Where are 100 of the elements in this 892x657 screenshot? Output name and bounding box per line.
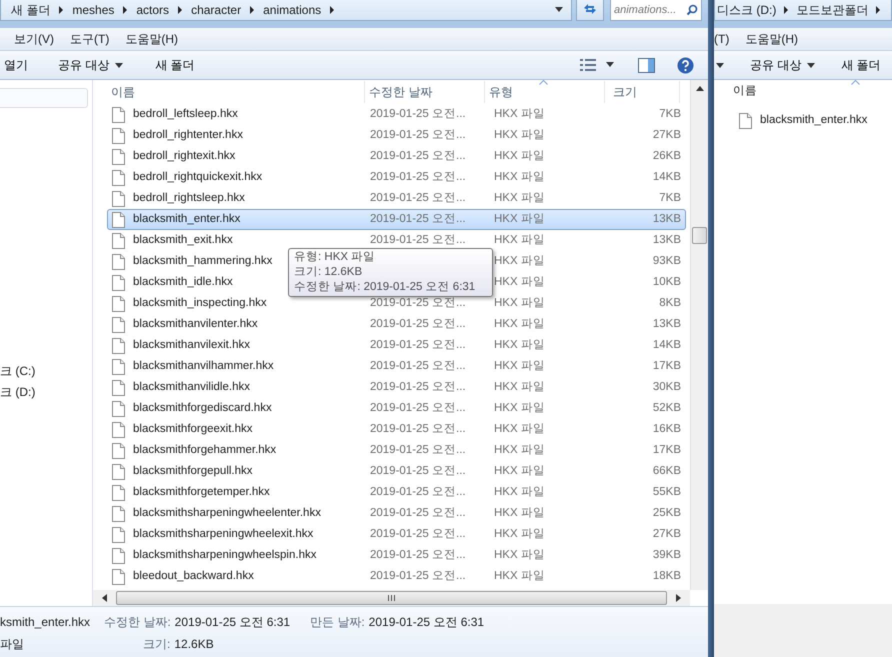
column-header[interactable]: 이름 xyxy=(107,81,365,103)
scroll-left-icon[interactable] xyxy=(102,594,107,602)
modified-date: 2019-01-25 오전... xyxy=(370,464,466,477)
file-size: 66KB xyxy=(652,464,681,477)
breadcrumb-item[interactable]: animations xyxy=(263,1,322,19)
column-header[interactable]: 크기 xyxy=(605,81,680,103)
file-size: 10KB xyxy=(652,276,681,288)
file-name[interactable]: bedroll_rightexit.hkx xyxy=(133,148,236,166)
scroll-right-icon[interactable] xyxy=(676,594,681,602)
file-name[interactable]: blacksmith_exit.hkx xyxy=(133,232,233,250)
menu-item[interactable]: 도구(T) xyxy=(70,30,110,48)
file-icon xyxy=(112,190,125,206)
file-name[interactable]: blacksmithforgehammer.hkx xyxy=(133,442,276,460)
drive-item[interactable]: 크 (C:) xyxy=(0,362,92,378)
scroll-thumb[interactable] xyxy=(116,591,667,605)
breadcrumb-item[interactable]: 디스크 (D:) xyxy=(717,1,776,19)
menu-item[interactable]: 도움말(H) xyxy=(125,30,178,48)
modified-date: 2019-01-25 오전... xyxy=(370,444,466,456)
breadcrumb-arrow-icon xyxy=(876,6,880,14)
breadcrumb-arrow-icon xyxy=(330,6,334,14)
file-name[interactable]: blacksmithanvilidle.hkx xyxy=(133,378,250,396)
tooltip-line: 유형: HKX 파일 xyxy=(294,250,376,265)
toolbar-button[interactable]: 열기 xyxy=(4,56,28,74)
scroll-up-icon[interactable] xyxy=(696,86,704,91)
refresh-icon[interactable] xyxy=(582,3,598,16)
toolbar-button[interactable]: 공유 대상 xyxy=(750,56,816,74)
address-bar[interactable]: 디스크 (D:) 모드보관폴더 xyxy=(714,0,892,21)
drive-item[interactable]: 크 (D:) xyxy=(0,383,92,399)
toolbar-button[interactable]: 새 폴더 xyxy=(155,56,195,74)
detail-value: 2019-01-25 오전 6:31 xyxy=(368,614,484,631)
file-icon xyxy=(112,380,125,396)
search-icon[interactable] xyxy=(686,4,698,16)
file-type: HKX 파일 xyxy=(494,150,545,162)
file-size: 52KB xyxy=(652,402,681,414)
file-name[interactable]: blacksmithanvilenter.hkx xyxy=(133,316,258,334)
help-icon[interactable] xyxy=(677,56,694,74)
selected-file-row[interactable]: blacksmith_enter.hkx 2019-01-25 오전... HKX 파일 13KB xyxy=(107,209,686,230)
file-name[interactable]: blacksmithsharpeningwheelspin.hkx xyxy=(133,546,316,564)
file-name[interactable]: blacksmithanvilexit.hkx xyxy=(133,336,250,354)
file-name[interactable]: blacksmith_inspecting.hkx xyxy=(133,294,267,312)
file-name[interactable]: bedroll_rightenter.hkx xyxy=(133,126,243,144)
file-name[interactable]: blacksmith_hammering.hkx xyxy=(133,252,272,270)
vertical-scrollbar[interactable] xyxy=(690,80,708,590)
preview-pane-icon[interactable] xyxy=(638,58,655,72)
breadcrumb-arrow-icon xyxy=(250,6,254,14)
horizontal-scrollbar[interactable] xyxy=(93,590,690,606)
file-size: 18KB xyxy=(652,570,681,582)
column-header[interactable]: 이름 xyxy=(733,83,757,101)
breadcrumb-item[interactable]: character xyxy=(191,1,242,19)
detail-label: 만든 날짜: xyxy=(310,614,365,631)
file-type: HKX 파일 xyxy=(494,276,545,288)
toolbar-button[interactable]: 새 폴더 xyxy=(841,56,881,74)
file-size: 14KB xyxy=(652,170,681,183)
file-name[interactable]: blacksmith_idle.hkx xyxy=(133,274,233,292)
search-field[interactable]: animations... xyxy=(610,0,702,21)
file-name[interactable]: bedroll_leftsleep.hkx xyxy=(133,106,238,124)
modified-date: 2019-01-25 오전... xyxy=(370,528,466,540)
caret-icon[interactable] xyxy=(716,62,724,68)
file-size: 30KB xyxy=(652,380,681,393)
file-size: 27KB xyxy=(652,528,681,540)
file-name[interactable]: bedroll_rightquickexit.hkx xyxy=(133,168,262,186)
modified-date: 2019-01-25 오전... xyxy=(370,338,466,351)
breadcrumb-item[interactable]: 새 폴더 xyxy=(11,1,50,19)
breadcrumb-arrow-icon xyxy=(784,6,788,14)
menu-item[interactable]: (T) xyxy=(714,30,730,48)
file-row[interactable]: blacksmith_enter.hkx xyxy=(735,110,892,131)
modified-date: 2019-01-25 오전... xyxy=(370,192,466,204)
file-name[interactable]: blacksmithforgetemper.hkx xyxy=(133,484,270,502)
file-name[interactable]: blacksmithforgepull.hkx xyxy=(133,462,253,480)
file-name[interactable]: blacksmithforgediscard.hkx xyxy=(133,400,272,418)
file-name[interactable]: blacksmith_enter.hkx xyxy=(133,210,240,228)
toolbar-button[interactable]: 공유 대상 xyxy=(58,56,124,74)
address-bar[interactable]: 새 폴더 meshes actors character animations xyxy=(0,0,572,21)
file-name[interactable]: blacksmithsharpeningwheelexit.hkx xyxy=(133,526,314,544)
file-type: HKX 파일 xyxy=(494,486,545,498)
scroll-thumb[interactable] xyxy=(692,227,707,244)
file-name[interactable]: blacksmithsharpeningwheelenter.hkx xyxy=(133,504,321,522)
menu-item[interactable]: 도움말(H) xyxy=(745,30,798,48)
file-name[interactable]: bedroll_rightsleep.hkx xyxy=(133,190,245,208)
refresh-button[interactable] xyxy=(576,0,604,21)
file-size: 39KB xyxy=(652,548,681,561)
file-name[interactable]: blacksmithforgeexit.hkx xyxy=(133,420,253,438)
breadcrumb-item[interactable]: 모드보관폴더 xyxy=(796,1,868,19)
file-icon xyxy=(112,400,125,416)
view-options-icon[interactable] xyxy=(580,59,596,71)
file-icon xyxy=(112,296,125,312)
breadcrumb-item[interactable]: actors xyxy=(136,1,170,19)
file-name[interactable]: blacksmithanvilhammer.hkx xyxy=(133,358,274,376)
column-header[interactable]: 수정한 날짜 xyxy=(365,81,485,103)
menu-item[interactable]: 보기(V) xyxy=(14,30,54,48)
file-icon xyxy=(112,464,125,480)
file-icon xyxy=(112,442,125,458)
file-type: HKX 파일 xyxy=(494,570,545,582)
file-name[interactable]: bleedout_backward.hkx xyxy=(133,568,254,586)
file-size: 25KB xyxy=(652,506,681,519)
file-icon xyxy=(112,274,125,290)
file-icon xyxy=(112,254,125,270)
column-header[interactable]: 유형 xyxy=(485,81,605,103)
file-type: HKX 파일 xyxy=(494,170,545,183)
breadcrumb-item[interactable]: meshes xyxy=(72,1,114,19)
